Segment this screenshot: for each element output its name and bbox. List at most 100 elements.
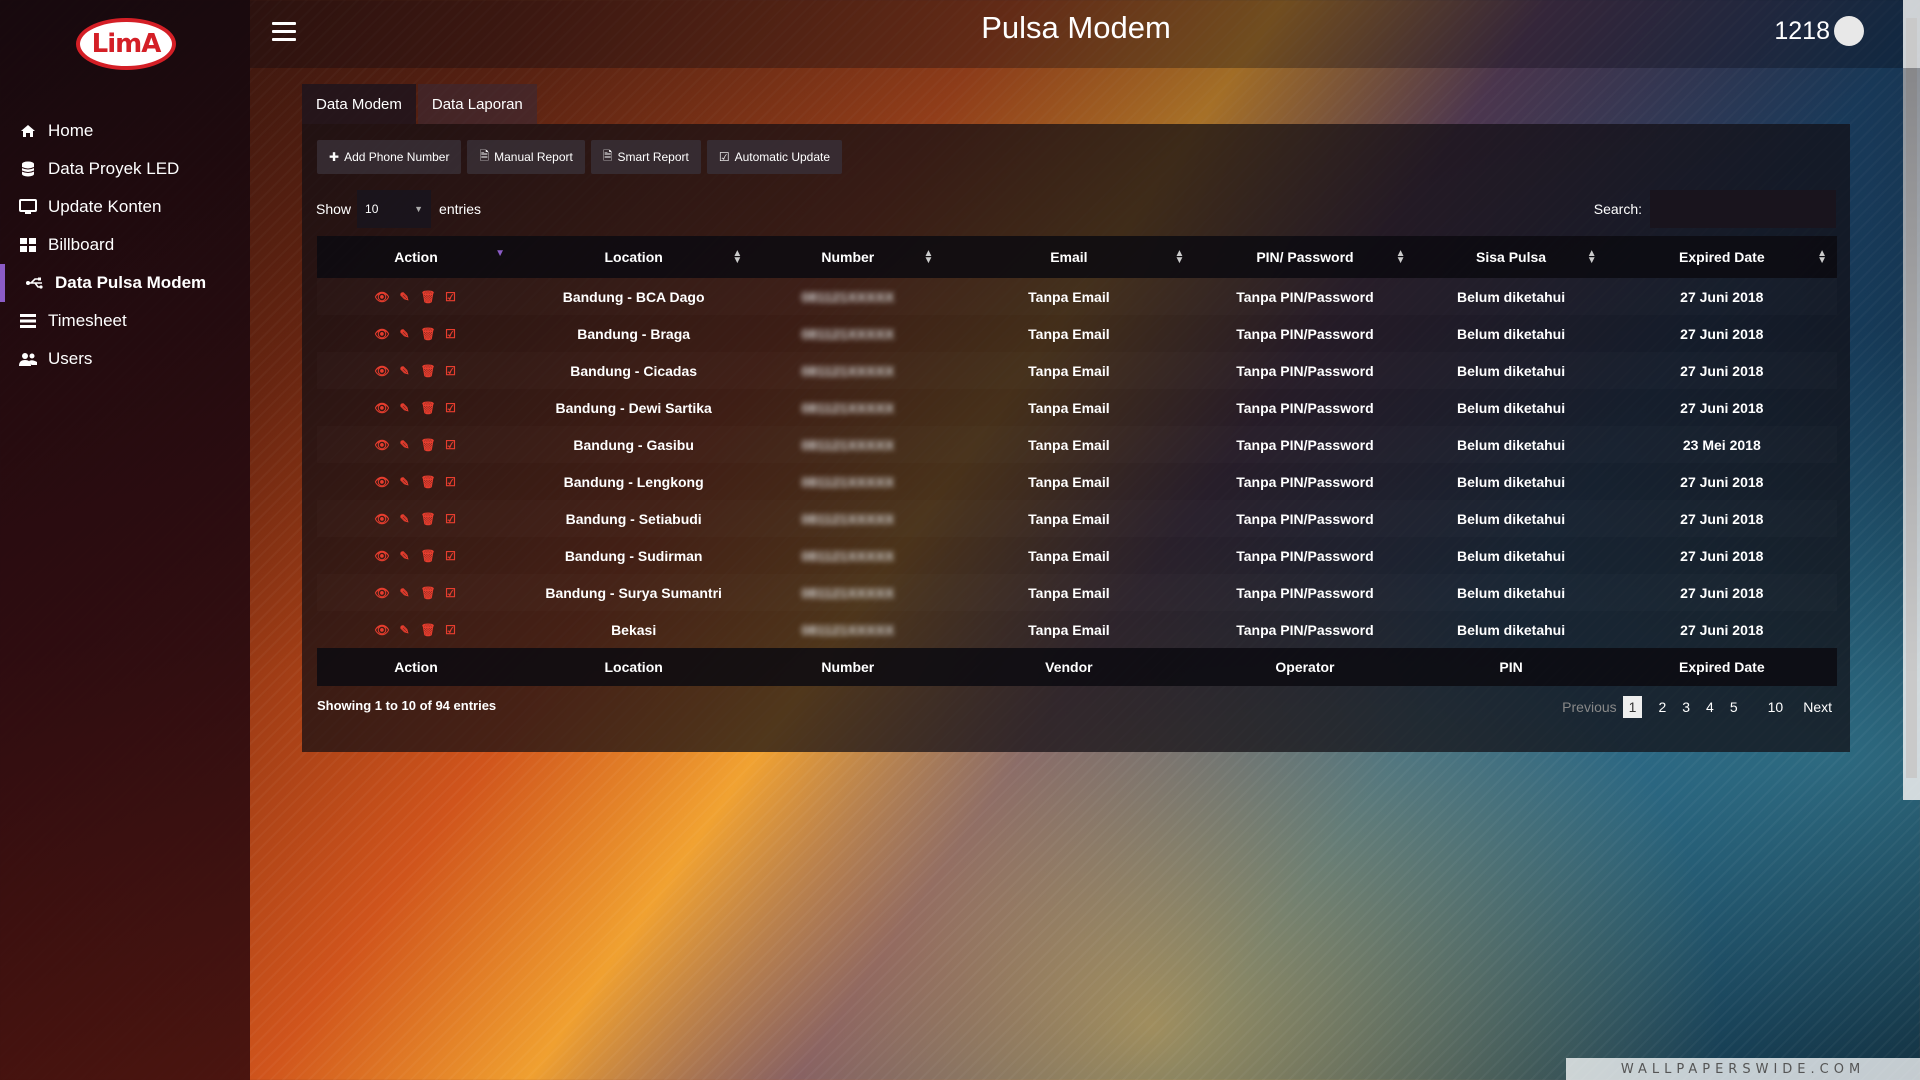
edit-icon[interactable]: ✎ (398, 364, 412, 378)
delete-icon[interactable]: 🗑 (421, 364, 436, 378)
page-button-10[interactable]: 10 (1768, 699, 1784, 715)
next-page-button[interactable]: Next (1803, 699, 1832, 715)
sidebar-item-update-konten[interactable]: Update Konten (0, 188, 250, 226)
edit-icon[interactable]: ✎ (398, 549, 412, 563)
view-icon[interactable]: 👁 (375, 512, 390, 526)
edit-icon[interactable]: ✎ (398, 475, 412, 489)
table-row: 👁 ✎ 🗑 ☑ Bandung - Lengkong 081121XXXXX Tanpa E… (317, 463, 1837, 500)
sidebar-item-label: Billboard (48, 235, 115, 254)
smart-report-button[interactable]: 🗎 Smart Report (590, 140, 701, 174)
number-text: 081121XXXXX (801, 325, 895, 342)
check-icon[interactable]: ☑ (444, 549, 458, 563)
user-menu[interactable]: 1218 (1774, 16, 1864, 46)
previous-page-button[interactable]: Previous (1562, 699, 1616, 715)
page-button-3[interactable]: 3 (1682, 699, 1690, 715)
edit-icon[interactable]: ✎ (398, 438, 412, 452)
view-icon[interactable]: 👁 (375, 623, 390, 637)
column-header-pin-password[interactable]: PIN/ Password ▲ ▼ (1194, 236, 1416, 278)
tab-data-laporan[interactable]: Data Laporan (417, 84, 537, 124)
page-button-2[interactable]: 2 (1658, 699, 1666, 715)
number-cell: 081121XXXXX (752, 574, 943, 611)
sidebar-item-users[interactable]: Users (0, 340, 250, 378)
view-icon[interactable]: 👁 (375, 475, 390, 489)
view-icon[interactable]: 👁 (375, 438, 390, 452)
check-icon[interactable]: ☑ (444, 475, 458, 489)
action-cell: 👁 ✎ 🗑 ☑ (317, 574, 515, 611)
pin-cell: Tanpa PIN/Password (1236, 288, 1374, 305)
email-cell: Tanpa Email (1028, 288, 1110, 305)
check-icon[interactable]: ☑ (444, 290, 458, 304)
delete-icon[interactable]: 🗑 (421, 327, 436, 341)
delete-icon[interactable]: 🗑 (421, 290, 436, 304)
sidebar-item-timesheet[interactable]: Timesheet (0, 302, 250, 340)
tab-data-modem[interactable]: Data Modem (302, 84, 416, 124)
number-text: 081121XXXXX (801, 510, 895, 527)
manual-report-button[interactable]: 🗎 Manual Report (467, 140, 585, 174)
check-icon[interactable]: ☑ (444, 623, 458, 637)
delete-icon[interactable]: 🗑 (421, 586, 436, 600)
sisa-pulsa-cell: Belum diketahui (1456, 510, 1566, 527)
entries-select[interactable]: 10 ▼ (357, 190, 432, 228)
sidebar-item-billboard[interactable]: Billboard (0, 226, 250, 264)
view-icon[interactable]: 👁 (375, 327, 390, 341)
column-header-expired-date[interactable]: Expired Date ▲ ▼ (1606, 236, 1837, 278)
delete-icon[interactable]: 🗑 (421, 401, 436, 415)
edit-icon[interactable]: ✎ (398, 401, 412, 415)
brand-logo[interactable]: LimA (76, 18, 176, 70)
expired-date-cell: 27 Juni 2018 (1680, 510, 1764, 527)
column-header-location[interactable]: Location ▲ ▼ (515, 236, 753, 278)
automatic-update-button[interactable]: ☑ Automatic Update (706, 140, 843, 174)
edit-icon[interactable]: ✎ (398, 586, 412, 600)
edit-icon[interactable]: ✎ (398, 327, 412, 341)
check-icon[interactable]: ☑ (444, 364, 458, 378)
delete-icon[interactable]: 🗑 (421, 512, 436, 526)
edit-icon[interactable]: ✎ (398, 512, 412, 526)
sidebar-item-home[interactable]: Home (0, 112, 250, 150)
table-body: 👁 ✎ 🗑 ☑ Bandung - BCA Dago 081121XXXXX Tanpa E… (317, 278, 1837, 648)
number-text: 081121XXXXX (801, 436, 895, 453)
pin-cell: Tanpa PIN/Password (1236, 362, 1374, 379)
add-phone-number-button[interactable]: ✚ Add Phone Number (317, 140, 462, 174)
delete-icon[interactable]: 🗑 (421, 475, 436, 489)
check-icon[interactable]: ☑ (444, 586, 458, 600)
check-icon[interactable]: ☑ (444, 512, 458, 526)
delete-icon[interactable]: 🗑 (421, 438, 436, 452)
view-icon[interactable]: 👁 (375, 549, 390, 563)
usb-icon (25, 275, 45, 291)
edit-icon[interactable]: ✎ (398, 623, 412, 637)
check-icon[interactable]: ☑ (444, 327, 458, 341)
file-icon: 🗎 (479, 148, 490, 163)
delete-icon[interactable]: 🗑 (421, 623, 436, 637)
sidebar-item-data-pulsa-modem[interactable]: Data Pulsa Modem (0, 264, 250, 302)
view-icon[interactable]: 👁 (375, 586, 390, 600)
menu-toggle-icon[interactable] (272, 22, 296, 42)
header-label: Email (1050, 249, 1088, 265)
column-header-email[interactable]: Email ▲ ▼ (943, 236, 1195, 278)
sidebar-item-data-proyek-led[interactable]: Data Proyek LED (0, 150, 250, 188)
column-header-sisa-pulsa[interactable]: Sisa Pulsa ▲ ▼ (1415, 236, 1607, 278)
table-row: 👁 ✎ 🗑 ☑ Bandung - Cicadas 081121XXXXX Tanpa Em… (317, 352, 1837, 389)
sidebar-item-label: Update Konten (48, 197, 162, 216)
chevron-down-icon: ▼ (414, 204, 424, 214)
column-header-number[interactable]: Number ▲ ▼ (752, 236, 944, 278)
check-icon[interactable]: ☑ (444, 401, 458, 415)
number-text: 081121XXXXX (801, 547, 895, 564)
button-label: Add Phone Number (344, 150, 450, 164)
page-button-5[interactable]: 5 (1730, 699, 1738, 715)
location-cell: Bandung - Setiabudi (565, 510, 702, 527)
delete-icon[interactable]: 🗑 (421, 549, 436, 563)
view-icon[interactable]: 👁 (375, 290, 390, 304)
page-button-1[interactable]: 1 (1622, 696, 1643, 718)
column-header-action[interactable]: Action ▼ (317, 236, 516, 278)
edit-icon[interactable]: ✎ (398, 290, 412, 304)
expired-date-cell: 27 Juni 2018 (1680, 547, 1764, 564)
view-icon[interactable]: 👁 (375, 401, 390, 415)
view-icon[interactable]: 👁 (375, 364, 390, 378)
search-label: Search: (1593, 201, 1642, 217)
check-icon[interactable]: ☑ (444, 438, 458, 452)
tab-bar: Data Modem Data Laporan (302, 84, 539, 124)
search-input[interactable] (1650, 190, 1836, 228)
button-label: Manual Report (494, 150, 573, 164)
action-cell: 👁 ✎ 🗑 ☑ (317, 426, 515, 463)
page-button-4[interactable]: 4 (1706, 699, 1714, 715)
